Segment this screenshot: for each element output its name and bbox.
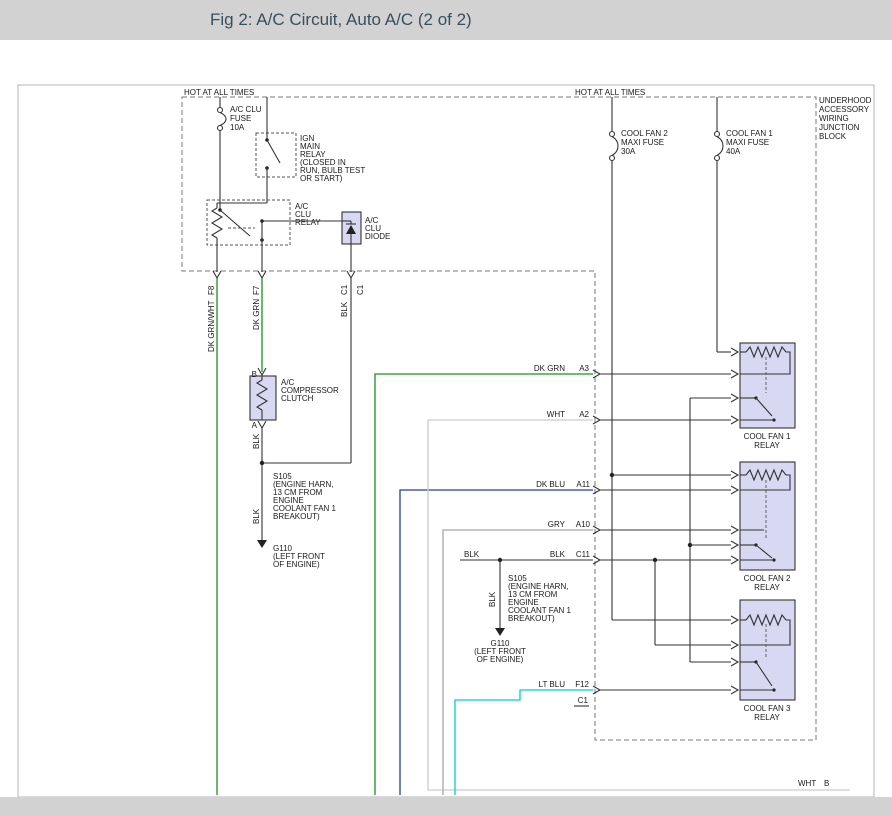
- wire-label-dk-grn: DK GRN: [252, 299, 261, 330]
- wire-label-dk-grn-wht: DK GRN/WHT: [207, 300, 216, 352]
- relay-label-line: COOL FAN 2: [744, 574, 791, 583]
- junction-block-label-line: BLOCK: [819, 132, 847, 141]
- wire-label-wht: WHT: [547, 410, 565, 419]
- pin-label-c11: C11: [576, 550, 591, 559]
- relay-label-line: RELAY: [754, 713, 780, 722]
- connector-label-c1: C1: [578, 696, 589, 705]
- ign-relay-label-line: OR START): [300, 174, 343, 183]
- junction-block-label-line: JUNCTION: [819, 123, 860, 132]
- g110-label-line: OF ENGINE): [273, 560, 320, 569]
- relay-label-line: RELAY: [754, 441, 780, 450]
- s105-label-line: BREAKOUT): [273, 512, 320, 521]
- junction-block-label-line: ACCESSORY: [819, 105, 870, 114]
- relay-label-line: COOL FAN 3: [744, 704, 791, 713]
- pin-label-a10: A10: [576, 520, 591, 529]
- pin-label-c1: C1: [356, 284, 365, 295]
- junction-block-label-line: WIRING: [819, 114, 849, 123]
- wire-label-blk: BLK: [252, 433, 261, 449]
- relay-label-line: RELAY: [754, 583, 780, 592]
- fuse-label-line: COOL FAN 1: [726, 129, 773, 138]
- fuse-label-line: A/C CLU: [230, 105, 262, 114]
- fuse-label-line: 10A: [230, 123, 245, 132]
- pin-label-f12: F12: [575, 680, 589, 689]
- wire-label-blk: BLK: [340, 301, 349, 317]
- wire-label-blk: BLK: [550, 550, 566, 559]
- cool-fan-1-relay: COOL FAN 1 RELAY: [740, 343, 795, 450]
- wht-bottom-labels: WHT B: [798, 779, 829, 788]
- pin-label-a11: A11: [576, 480, 590, 489]
- relay-box: [740, 600, 795, 700]
- hot-at-all-times-right: HOT AT ALL TIMES: [575, 88, 645, 97]
- pin-label-f8: F8: [207, 285, 216, 295]
- fuse-label-line: MAXI FUSE: [621, 138, 664, 147]
- wire-label-dk-grn: DK GRN: [534, 364, 565, 373]
- fuse-label-line: 30A: [621, 147, 636, 156]
- pin-label-a: A: [252, 421, 258, 430]
- pin-label-b: B: [824, 779, 829, 788]
- relay-box: [740, 343, 795, 428]
- relay-label-line: COOL FAN 1: [744, 432, 791, 441]
- wire-label-wht: WHT: [798, 779, 816, 788]
- bottom-gray-strip: [0, 797, 892, 816]
- fuse-label-line: MAXI FUSE: [726, 138, 769, 147]
- wire-label-dk-blu: DK BLU: [536, 480, 565, 489]
- diode-label-line: DIODE: [365, 232, 390, 241]
- g110-label-line: OF ENGINE): [477, 655, 524, 664]
- pin-label-a3: A3: [579, 364, 589, 373]
- pin-label-b: B: [252, 370, 257, 379]
- junction-block-label-line: UNDERHOOD: [819, 96, 872, 105]
- fuse-label-line: COOL FAN 2: [621, 129, 668, 138]
- cool-fan-3-relay: COOL FAN 3 RELAY: [740, 600, 795, 722]
- clutch-label-line: CLUTCH: [281, 394, 314, 403]
- wiring-diagram: HOT AT ALL TIMES HOT AT ALL TIMES UNDERH…: [0, 0, 892, 816]
- pin-label-f7: F7: [252, 285, 261, 295]
- wire-label-blk: BLK: [252, 508, 261, 524]
- s105-label-line: BREAKOUT): [508, 614, 555, 623]
- pin-label-a2: A2: [579, 410, 589, 419]
- pin-label-c1: C1: [340, 284, 349, 295]
- wire-label-blk: BLK: [488, 591, 497, 607]
- wire-label-gry: GRY: [548, 520, 566, 529]
- fuse-label-line: FUSE: [230, 114, 251, 123]
- ac-relay-label-line: RELAY: [295, 218, 321, 227]
- screenshot-root: Fig 2: A/C Circuit, Auto A/C (2 of 2) HO…: [0, 0, 892, 816]
- wire-label-lt-blu: LT BLU: [539, 680, 566, 689]
- fuse-label-line: 40A: [726, 147, 741, 156]
- wire-label-blk: BLK: [464, 550, 480, 559]
- hot-at-all-times-left: HOT AT ALL TIMES: [184, 88, 254, 97]
